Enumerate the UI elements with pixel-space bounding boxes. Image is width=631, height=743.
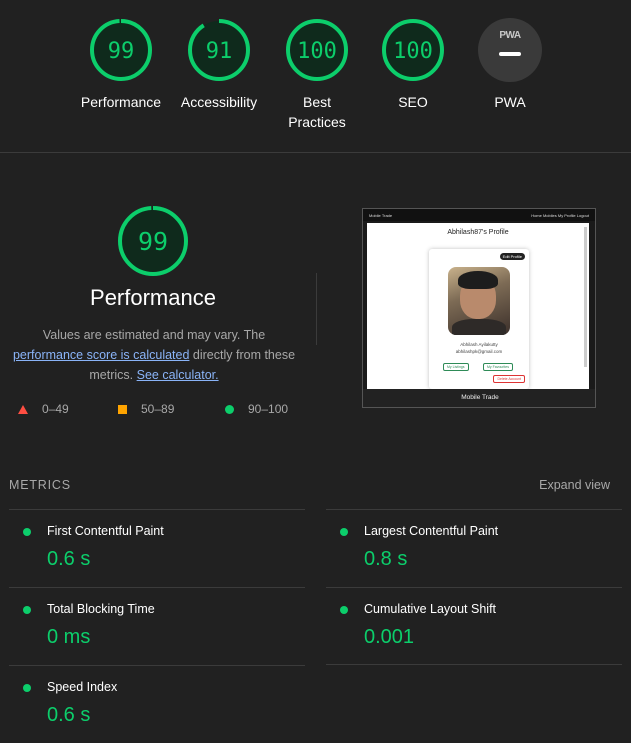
photo-body-shape <box>452 319 506 335</box>
metric-total-blocking-time: Total Blocking Time 0 ms <box>9 587 305 665</box>
gauge-seo-ring: 100 <box>382 19 444 81</box>
performance-title: Performance <box>90 285 216 310</box>
gauge-seo-score: 100 <box>393 39 433 64</box>
metric-label: First Contentful Paint <box>47 524 164 538</box>
gauge-accessibility-score: 91 <box>206 39 233 64</box>
screenshot-page: Abhilash87's Profile Edit Profile Abhila… <box>367 223 589 399</box>
screenshot-listings-button: My Listings <box>443 363 469 371</box>
gauge-seo[interactable]: 100 SEO <box>358 18 468 112</box>
metric-speed-index: Speed Index 0.6 s <box>9 665 305 743</box>
performance-description: Values are estimated and may vary. The p… <box>8 325 300 385</box>
pwa-badge-text: PWA <box>499 30 521 41</box>
metric-label: Largest Contentful Paint <box>364 524 499 538</box>
metric-value: 0.6 s <box>47 704 91 726</box>
legend-average: 50–89 <box>118 402 174 416</box>
pwa-dash-icon <box>499 52 521 56</box>
performance-summary: 99 Performance Values are estimated and … <box>0 205 306 385</box>
section-divider <box>0 152 631 153</box>
metrics-bottom-divider <box>326 664 622 665</box>
legend-pass: 90–100 <box>225 402 288 416</box>
gauge-pwa[interactable]: PWA PWA <box>455 18 565 112</box>
gauge-best-practices-ring: 100 <box>286 19 348 81</box>
performance-gauge: 99 <box>118 206 188 276</box>
expand-view-toggle[interactable]: Expand view <box>539 478 610 492</box>
metric-cumulative-layout-shift: Cumulative Layout Shift 0.001 <box>326 587 622 665</box>
metric-value: 0 ms <box>47 626 91 648</box>
screenshot-scrollbar <box>584 227 587 367</box>
gauge-best-practices-score: 100 <box>297 39 337 64</box>
final-screenshot[interactable]: Mobile Trade Home Mobiles My Profile Log… <box>362 208 596 408</box>
pass-circle-icon <box>340 606 348 614</box>
screenshot-nav-links: Home Mobiles My Profile Logout <box>531 212 589 218</box>
gauge-performance[interactable]: 99 Performance <box>66 18 176 112</box>
screenshot-brand: Mobile Trade <box>369 212 393 218</box>
screenshot-favourites-button: My Favourites <box>483 363 513 371</box>
metric-label: Speed Index <box>47 680 118 694</box>
screenshot-heading: Abhilash87's Profile <box>447 229 509 236</box>
gauge-performance-score: 99 <box>108 39 135 64</box>
metrics-heading: METRICS <box>9 478 71 492</box>
category-gauges: 99 Performance 91 Accessibility 100 Best… <box>0 0 631 152</box>
pass-circle-icon <box>23 606 31 614</box>
metric-label: Cumulative Layout Shift <box>364 602 497 616</box>
fail-triangle-icon <box>18 404 28 414</box>
average-square-icon <box>118 404 127 414</box>
gauge-accessibility-ring: 91 <box>188 19 250 81</box>
legend-pass-label: 90–100 <box>248 402 289 416</box>
pass-circle-icon <box>340 528 348 536</box>
screenshot-user-info: Abhilash Ayilakutty abhilashpk@gmail.com <box>429 341 529 355</box>
gauge-pwa-label: PWA <box>494 94 526 110</box>
metric-value: 0.001 <box>364 626 415 648</box>
vertical-divider <box>316 273 317 345</box>
metric-value: 0.6 s <box>47 548 91 570</box>
pass-circle-icon <box>23 528 31 536</box>
pass-circle-icon <box>225 404 234 414</box>
gauge-accessibility[interactable]: 91 Accessibility <box>164 18 274 112</box>
metric-value: 0.8 s <box>364 548 408 570</box>
screenshot-navbar: Mobile Trade Home Mobiles My Profile Log… <box>363 209 595 221</box>
metric-first-contentful-paint: First Contentful Paint 0.6 s <box>9 509 305 587</box>
performance-score: 99 <box>138 227 168 256</box>
desc-text-1: Values are estimated and may vary. The <box>42 328 266 342</box>
screenshot-user-email: abhilashpk@gmail.com <box>455 349 503 354</box>
legend-fail: 0–49 <box>18 402 69 416</box>
see-calculator-link[interactable]: See calculator. <box>137 368 219 382</box>
screenshot-profile-photo <box>448 267 510 335</box>
legend-fail-label: 0–49 <box>42 402 69 416</box>
gauge-accessibility-label: Accessibility <box>180 94 258 110</box>
pwa-badge-icon: PWA <box>478 18 542 82</box>
photo-hair-shape <box>458 271 498 289</box>
screenshot-user-name: Abhilash Ayilakutty <box>460 342 498 347</box>
screenshot-footer: Mobile Trade <box>363 389 595 407</box>
score-calculation-link[interactable]: performance score is calculated <box>13 348 189 362</box>
gauge-best-practices[interactable]: 100 Best Practices <box>262 18 372 132</box>
gauge-performance-label: Performance <box>80 94 162 110</box>
screenshot-edit-button: Edit Profile <box>499 253 525 260</box>
gauge-best-practices-label: Best Practices <box>288 94 346 130</box>
screenshot-delete-button: Delete Account <box>493 375 525 383</box>
metric-largest-contentful-paint: Largest Contentful Paint 0.8 s <box>326 509 622 587</box>
metric-label: Total Blocking Time <box>47 602 155 616</box>
pass-circle-icon <box>23 684 31 692</box>
gauge-performance-ring: 99 <box>90 19 152 81</box>
gauge-seo-label: SEO <box>398 94 428 110</box>
legend-average-label: 50–89 <box>141 402 175 416</box>
screenshot-profile-card: Edit Profile Abhilash Ayilakutty abhilas… <box>429 249 529 389</box>
